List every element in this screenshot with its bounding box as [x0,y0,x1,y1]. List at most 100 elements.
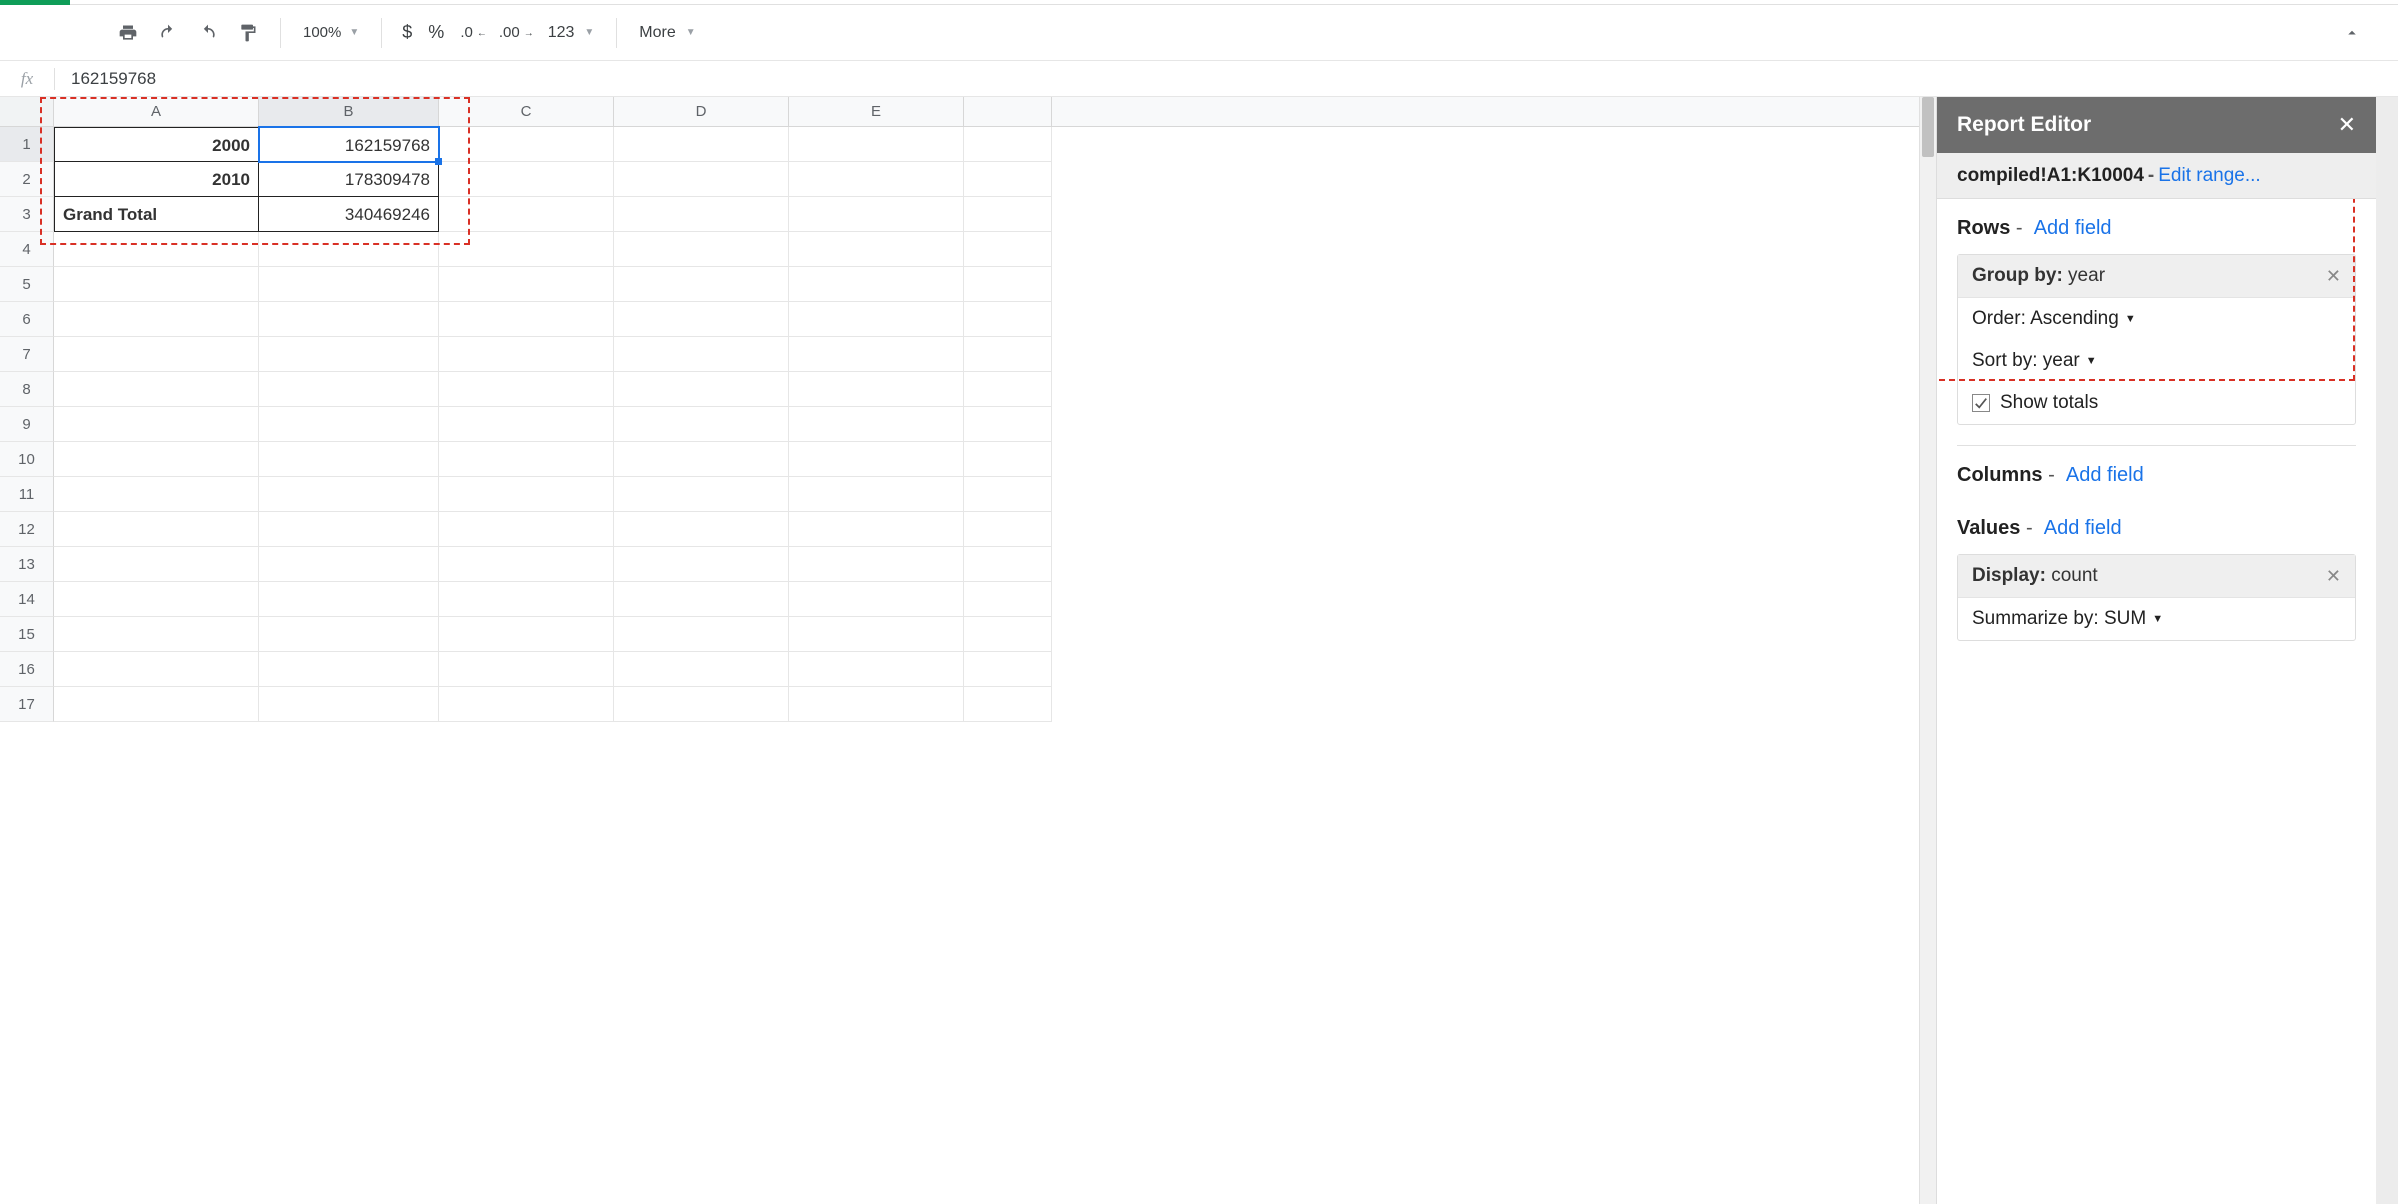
cell-E16[interactable] [789,652,964,687]
cell-A4[interactable] [54,232,259,267]
cell-B6[interactable] [259,302,439,337]
cell-C5[interactable] [439,267,614,302]
row-header-2[interactable]: 2 [0,162,54,197]
format-123-dropdown[interactable]: 123 ▼ [540,24,603,42]
more-dropdown[interactable]: More ▼ [631,24,703,42]
cell-C17[interactable] [439,687,614,722]
remove-icon[interactable]: ✕ [2326,266,2341,287]
cell-A8[interactable] [54,372,259,407]
format-currency[interactable]: $ [396,22,418,43]
checkbox-icon[interactable] [1972,394,1990,412]
cell-E3[interactable] [789,197,964,232]
cell-E14[interactable] [789,582,964,617]
remove-icon[interactable]: ✕ [2326,566,2341,587]
cell-C14[interactable] [439,582,614,617]
row-header-3[interactable]: 3 [0,197,54,232]
col-header-D[interactable]: D [614,97,789,126]
cell-E6[interactable] [789,302,964,337]
sheet-scrollbar[interactable] [1919,97,1936,1204]
cell-B7[interactable] [259,337,439,372]
cell-A6[interactable] [54,302,259,337]
show-totals-row[interactable]: Show totals [1958,382,2355,424]
row-header-11[interactable]: 11 [0,477,54,512]
cell-B8[interactable] [259,372,439,407]
cell-C2[interactable] [439,162,614,197]
cell-B4[interactable] [259,232,439,267]
row-header-13[interactable]: 13 [0,547,54,582]
row-header-16[interactable]: 16 [0,652,54,687]
summarize-dropdown[interactable]: Summarize by: SUM▼ [1958,598,2355,640]
cell-B10[interactable] [259,442,439,477]
print-icon[interactable] [110,15,146,51]
col-header-C[interactable]: C [439,97,614,126]
cell-E4[interactable] [789,232,964,267]
cell-A3[interactable]: Grand Total [54,197,259,232]
cell-E2[interactable] [789,162,964,197]
cell-E10[interactable] [789,442,964,477]
cell-B9[interactable] [259,407,439,442]
cell-A10[interactable] [54,442,259,477]
cell-E15[interactable] [789,617,964,652]
zoom-dropdown[interactable]: 100% ▼ [295,24,367,41]
cell-B15[interactable] [259,617,439,652]
col-header-A[interactable]: A [54,97,259,126]
cell-D9[interactable] [614,407,789,442]
cell-C11[interactable] [439,477,614,512]
cell-B3[interactable]: 340469246 [259,197,439,232]
grid[interactable]: 12000162159768220101783094783Grand Total… [0,127,1919,722]
cell-D3[interactable] [614,197,789,232]
undo-icon[interactable] [150,15,186,51]
close-icon[interactable]: ✕ [2338,112,2356,138]
cell-C15[interactable] [439,617,614,652]
cell-A13[interactable] [54,547,259,582]
cell-E11[interactable] [789,477,964,512]
cell-C9[interactable] [439,407,614,442]
cell-C7[interactable] [439,337,614,372]
values-add-field[interactable]: Add field [2044,517,2122,539]
cell-C13[interactable] [439,547,614,582]
cell-D7[interactable] [614,337,789,372]
cell-B11[interactable] [259,477,439,512]
cell-E13[interactable] [789,547,964,582]
cell-A9[interactable] [54,407,259,442]
redo-icon[interactable] [190,15,226,51]
cell-D11[interactable] [614,477,789,512]
row-header-17[interactable]: 17 [0,687,54,722]
cell-B17[interactable] [259,687,439,722]
cell-E9[interactable] [789,407,964,442]
cell-B5[interactable] [259,267,439,302]
row-header-4[interactable]: 4 [0,232,54,267]
cell-D12[interactable] [614,512,789,547]
col-header-B[interactable]: B [259,97,439,126]
row-header-14[interactable]: 14 [0,582,54,617]
increase-decimal[interactable]: .00 → [493,24,536,41]
cell-D8[interactable] [614,372,789,407]
cell-E12[interactable] [789,512,964,547]
cell-D17[interactable] [614,687,789,722]
cell-C6[interactable] [439,302,614,337]
collapse-toolbar-icon[interactable] [2332,15,2372,51]
row-header-10[interactable]: 10 [0,442,54,477]
cell-B1[interactable]: 162159768 [259,127,439,162]
cell-D15[interactable] [614,617,789,652]
cell-E1[interactable] [789,127,964,162]
cell-D13[interactable] [614,547,789,582]
cell-E7[interactable] [789,337,964,372]
cell-A2[interactable]: 2010 [54,162,259,197]
edit-range-link[interactable]: Edit range... [2158,165,2260,187]
row-header-9[interactable]: 9 [0,407,54,442]
cell-E17[interactable] [789,687,964,722]
cell-C3[interactable] [439,197,614,232]
cell-D6[interactable] [614,302,789,337]
col-header-E[interactable]: E [789,97,964,126]
select-all-corner[interactable] [0,97,54,126]
cell-A1[interactable]: 2000 [54,127,259,162]
format-percent[interactable]: % [422,22,450,43]
cell-C10[interactable] [439,442,614,477]
cell-C1[interactable] [439,127,614,162]
cell-D5[interactable] [614,267,789,302]
row-header-8[interactable]: 8 [0,372,54,407]
cell-E8[interactable] [789,372,964,407]
cell-E5[interactable] [789,267,964,302]
cell-B13[interactable] [259,547,439,582]
